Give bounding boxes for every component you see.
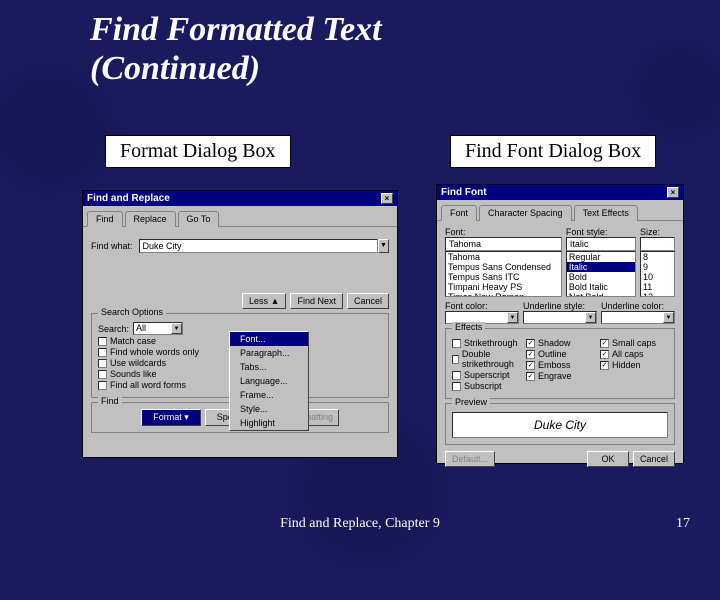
close-icon[interactable]: × bbox=[381, 193, 393, 204]
tab-bar: Find Replace Go To bbox=[83, 206, 397, 227]
chevron-down-icon: ▼ bbox=[171, 323, 182, 334]
less-button[interactable]: Less ▲ bbox=[242, 293, 286, 309]
underlinestyle-label: Underline style: bbox=[523, 301, 597, 311]
list-item: Tempus Sans ITC bbox=[446, 272, 561, 282]
fontcolor-label: Font color: bbox=[445, 301, 519, 311]
font-label: Font: bbox=[445, 227, 562, 237]
format-menu: Font... Paragraph... Tabs... Language...… bbox=[229, 331, 309, 431]
underlinestyle-select[interactable]: ▼ bbox=[523, 311, 597, 324]
list-item: 12 bbox=[641, 292, 674, 297]
style-listbox[interactable]: Regular Italic Bold Bold Italic Not Bold bbox=[566, 251, 636, 297]
outline-checkbox[interactable]: ✓Outline bbox=[526, 349, 594, 359]
search-options-title: Search Options bbox=[98, 307, 166, 317]
close-icon[interactable]: × bbox=[667, 187, 679, 198]
list-item: Tempus Sans Condensed bbox=[446, 262, 561, 272]
list-item: 10 bbox=[641, 272, 674, 282]
effects-title: Effects bbox=[452, 322, 485, 332]
find-font-dialog: Find Font × Font Character Spacing Text … bbox=[436, 184, 684, 464]
list-item: Regular bbox=[567, 252, 635, 262]
findfont-tabbar: Font Character Spacing Text Effects bbox=[437, 200, 683, 221]
ok-button[interactable]: OK bbox=[587, 451, 629, 467]
findnext-button[interactable]: Find Next bbox=[290, 293, 343, 309]
menu-item-style[interactable]: Style... bbox=[230, 402, 308, 416]
menu-item-language[interactable]: Language... bbox=[230, 374, 308, 388]
size-input[interactable] bbox=[640, 237, 675, 251]
dialog-title: Find and Replace bbox=[87, 193, 170, 204]
shadow-checkbox[interactable]: ✓Shadow bbox=[526, 338, 594, 348]
hidden-checkbox[interactable]: ✓Hidden bbox=[600, 360, 668, 370]
page-number: 17 bbox=[676, 516, 690, 532]
effects-group: Effects Strikethrough Double strikethrou… bbox=[445, 328, 675, 399]
findwhat-dropdown-icon[interactable]: ▼ bbox=[378, 239, 389, 253]
tab-texteffects[interactable]: Text Effects bbox=[574, 205, 638, 221]
menu-item-highlight[interactable]: Highlight bbox=[230, 416, 308, 430]
list-item: Times New Roman bbox=[446, 292, 561, 297]
menu-item-frame[interactable]: Frame... bbox=[230, 388, 308, 402]
cancel-button[interactable]: Cancel bbox=[347, 293, 389, 309]
format-button[interactable]: Format ▾ bbox=[141, 409, 201, 426]
left-column-header: Format Dialog Box bbox=[105, 135, 291, 168]
chevron-down-icon: ▼ bbox=[585, 312, 596, 323]
chevron-down-icon: ▼ bbox=[663, 312, 674, 323]
list-item: Italic bbox=[567, 262, 635, 272]
underlinecolor-select[interactable]: ▼ bbox=[601, 311, 675, 324]
strikethrough-checkbox[interactable]: Strikethrough bbox=[452, 338, 520, 348]
list-item: Not Bold bbox=[567, 292, 635, 297]
font-listbox[interactable]: Tahoma Tempus Sans Condensed Tempus Sans… bbox=[445, 251, 562, 297]
list-item: Tahoma bbox=[446, 252, 561, 262]
list-item: Bold bbox=[567, 272, 635, 282]
cancel-button[interactable]: Cancel bbox=[633, 451, 675, 467]
findwhat-label: Find what: bbox=[91, 241, 133, 251]
tab-charspacing[interactable]: Character Spacing bbox=[479, 205, 572, 221]
underlinecolor-label: Underline color: bbox=[601, 301, 675, 311]
list-item: 9 bbox=[641, 262, 674, 272]
slide-footer: Find and Replace, Chapter 9 bbox=[280, 516, 440, 532]
tab-replace[interactable]: Replace bbox=[125, 211, 176, 227]
menu-item-paragraph[interactable]: Paragraph... bbox=[230, 346, 308, 360]
allcaps-checkbox[interactable]: ✓All caps bbox=[600, 349, 668, 359]
tab-font[interactable]: Font bbox=[441, 205, 477, 221]
list-item: 11 bbox=[641, 282, 674, 292]
subscript-checkbox[interactable]: Subscript bbox=[452, 381, 520, 391]
find-replace-dialog: Find and Replace × Find Replace Go To Fi… bbox=[82, 190, 398, 458]
smallcaps-checkbox[interactable]: ✓Small caps bbox=[600, 338, 668, 348]
superscript-checkbox[interactable]: Superscript bbox=[452, 370, 520, 380]
list-item: Timpani Heavy PS bbox=[446, 282, 561, 292]
size-label: Size: bbox=[640, 227, 675, 237]
chevron-down-icon: ▼ bbox=[507, 312, 518, 323]
engrave-checkbox[interactable]: ✓Engrave bbox=[526, 371, 594, 381]
findwhat-input[interactable]: Duke City bbox=[139, 239, 378, 253]
dialog-titlebar: Find and Replace × bbox=[83, 191, 397, 206]
search-label: Search: bbox=[98, 324, 129, 334]
preview-box: Duke City bbox=[452, 412, 668, 438]
tab-find[interactable]: Find bbox=[87, 211, 123, 227]
right-column-header: Find Font Dialog Box bbox=[450, 135, 656, 168]
findfont-titlebar: Find Font × bbox=[437, 185, 683, 200]
list-item: Bold Italic bbox=[567, 282, 635, 292]
preview-title: Preview bbox=[452, 397, 490, 407]
find-section-title: Find bbox=[98, 396, 122, 406]
default-button[interactable]: Default... bbox=[445, 451, 495, 467]
dblstrike-checkbox[interactable]: Double strikethrough bbox=[452, 349, 520, 369]
menu-item-font[interactable]: Font... bbox=[230, 332, 308, 346]
size-listbox[interactable]: 8 9 10 11 12 bbox=[640, 251, 675, 297]
findfont-title: Find Font bbox=[441, 187, 487, 198]
emboss-checkbox[interactable]: ✓Emboss bbox=[526, 360, 594, 370]
preview-group: Preview Duke City bbox=[445, 403, 675, 445]
font-input[interactable]: Tahoma bbox=[445, 237, 562, 251]
list-item: 8 bbox=[641, 252, 674, 262]
style-label: Font style: bbox=[566, 227, 636, 237]
slide-title: Find Formatted Text (Continued) bbox=[90, 10, 382, 88]
search-direction-select[interactable]: All▼ bbox=[133, 322, 183, 335]
menu-item-tabs[interactable]: Tabs... bbox=[230, 360, 308, 374]
style-input[interactable]: Italic bbox=[566, 237, 636, 251]
tab-goto[interactable]: Go To bbox=[178, 211, 220, 227]
